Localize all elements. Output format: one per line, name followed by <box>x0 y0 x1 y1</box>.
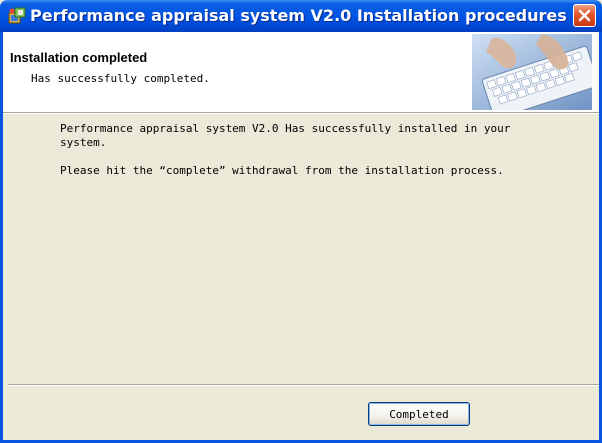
window-title: Performance appraisal system V2.0 Instal… <box>30 6 567 25</box>
instruction-text: Please hit the “complete” withdrawal fro… <box>60 164 504 177</box>
message-line-1: Performance appraisal system V2.0 Has su… <box>60 122 511 135</box>
page-title: Installation completed <box>10 50 148 65</box>
close-icon <box>578 9 591 22</box>
installer-window: Performance appraisal system V2.0 Instal… <box>0 0 602 443</box>
header-divider <box>3 112 599 114</box>
close-button[interactable] <box>573 4 596 27</box>
header-banner: Installation completed Has successfully … <box>3 32 599 112</box>
title-bar[interactable]: Performance appraisal system V2.0 Instal… <box>0 0 602 32</box>
message-line-2: system. <box>60 136 107 149</box>
footer-divider <box>8 384 599 386</box>
setup-icon <box>8 7 26 24</box>
page-subtitle: Has successfully completed. <box>31 72 210 85</box>
completed-button[interactable]: Completed <box>368 402 470 426</box>
keyboard-hands-image <box>472 34 592 110</box>
